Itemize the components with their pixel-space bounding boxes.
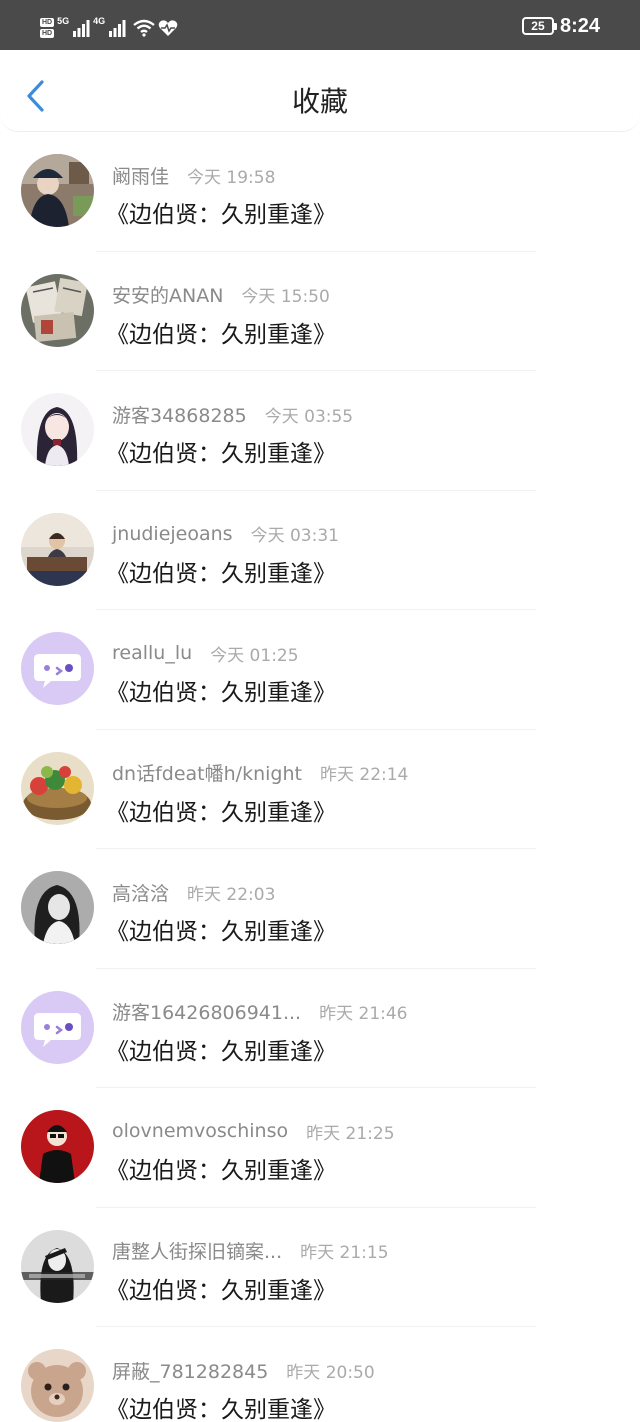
default-avatar-icon xyxy=(21,632,94,705)
favorite-title[interactable]: 《边伯贤：久别重逢》 xyxy=(106,195,336,229)
page-title: 收藏 xyxy=(291,85,348,118)
avatar[interactable] xyxy=(21,632,94,705)
user-name: 游客16426806941... xyxy=(112,1002,302,1024)
avatar[interactable] xyxy=(21,393,94,466)
timestamp: 今天 03:55 xyxy=(264,406,354,427)
avatar[interactable] xyxy=(21,751,94,825)
user-name: 游客34868285 xyxy=(112,404,247,427)
list-item[interactable]: 屏蔽_781282845 昨天 20:50 《边伯贤：久别重逢》 xyxy=(0,1327,640,1422)
user-name: dn话fdeat幡h/knight xyxy=(112,763,302,785)
list-item[interactable]: dn话fdeat幡h/knight 昨天 22:14 《边伯贤：久别重逢》 xyxy=(0,730,640,849)
user-name: 高浛浛 xyxy=(112,882,170,905)
network-4g-label: 4G xyxy=(93,16,106,26)
timestamp: 昨天 20:50 xyxy=(286,1362,375,1383)
timestamp: 昨天 21:15 xyxy=(300,1243,389,1263)
favorite-title[interactable]: 《边伯贤：久别重逢》 xyxy=(106,793,336,827)
user-name: 安安的ANAN xyxy=(112,285,224,307)
user-name: reallu_lu xyxy=(112,642,193,664)
battery-icon: 25 xyxy=(521,17,557,35)
timestamp: 今天 03:31 xyxy=(250,526,339,546)
list-item[interactable]: olovnemvoschinso 昨天 21:25 《边伯贤：久别重逢》 xyxy=(0,1088,640,1208)
timestamp: 今天 01:25 xyxy=(210,645,299,666)
favorite-title[interactable]: 《边伯贤：久别重逢》 xyxy=(106,1390,336,1422)
avatar[interactable] xyxy=(21,1229,94,1303)
favorites-list: 阚雨佳 今天 19:58 《边伯贤：久别重逢》 安安的ANAN 今天 15:50… xyxy=(0,132,640,1422)
timestamp: 今天 19:58 xyxy=(187,167,276,188)
avatar[interactable] xyxy=(21,512,94,586)
user-name: 唐整人街探旧镝案... xyxy=(112,1241,283,1263)
favorite-title[interactable]: 《边伯贤：久别重逢》 xyxy=(106,315,336,349)
favorite-title[interactable]: 《边伯贤：久别重逢》 xyxy=(106,554,336,588)
timestamp: 昨天 21:46 xyxy=(319,1004,408,1024)
list-item[interactable]: 高浛浛 昨天 22:03 《边伯贤：久别重逢》 xyxy=(0,849,640,969)
default-avatar-icon xyxy=(21,990,94,1064)
status-bar: HD HD 5G 4G 25 8:24 xyxy=(0,0,640,50)
avatar[interactable] xyxy=(21,1349,94,1422)
favorite-title[interactable]: 《边伯贤：久别重逢》 xyxy=(106,434,336,468)
heart-rate-icon xyxy=(158,20,178,36)
hd-icon: HD HD xyxy=(40,18,55,38)
user-name: jnudiejeoans xyxy=(112,522,233,545)
avatar[interactable] xyxy=(21,273,94,347)
avatar[interactable] xyxy=(21,1110,94,1183)
list-item[interactable]: 阚雨佳 今天 19:58 《边伯贤：久别重逢》 xyxy=(0,132,640,252)
avatar[interactable] xyxy=(21,871,94,944)
wifi-icon xyxy=(133,19,155,37)
user-name: 屏蔽_781282845 xyxy=(112,1360,269,1383)
avatar[interactable] xyxy=(21,990,94,1064)
list-item[interactable]: reallu_lu 今天 01:25 《边伯贤：久别重逢》 xyxy=(0,610,640,730)
favorite-title[interactable]: 《边伯贤：久别重逢》 xyxy=(106,912,336,946)
list-item[interactable]: 游客34868285 今天 03:55 《边伯贤：久别重逢》 xyxy=(0,371,640,491)
avatar[interactable] xyxy=(21,154,94,227)
user-name: 阚雨佳 xyxy=(112,165,170,188)
list-item[interactable]: jnudiejeoans 今天 03:31 《边伯贤：久别重逢》 xyxy=(0,491,640,610)
favorite-title[interactable]: 《边伯贤：久别重逢》 xyxy=(106,1151,336,1185)
signal-icon xyxy=(109,20,126,37)
timestamp: 昨天 21:25 xyxy=(306,1123,395,1144)
favorite-title[interactable]: 《边伯贤：久别重逢》 xyxy=(106,673,336,707)
list-item[interactable]: 唐整人街探旧镝案... 昨天 21:15 《边伯贤：久别重逢》 xyxy=(0,1208,640,1327)
list-item[interactable]: 安安的ANAN 今天 15:50 《边伯贤：久别重逢》 xyxy=(0,252,640,371)
timestamp: 昨天 22:03 xyxy=(187,884,276,905)
favorite-title[interactable]: 《边伯贤：久别重逢》 xyxy=(106,1271,336,1305)
page-header: 收藏 xyxy=(0,50,640,132)
timestamp: 昨天 22:14 xyxy=(319,765,409,785)
signal-icon xyxy=(73,20,90,37)
status-right-icons: 25 8:24 xyxy=(521,12,600,40)
network-5g-label: 5G xyxy=(57,16,70,26)
user-name: olovnemvoschinso xyxy=(112,1120,289,1142)
status-left-icons: HD HD 5G 4G xyxy=(40,14,178,42)
timestamp: 今天 15:50 xyxy=(241,287,330,307)
status-clock: 8:24 xyxy=(559,14,600,37)
list-item[interactable]: 游客16426806941... 昨天 21:46 《边伯贤：久别重逢》 xyxy=(0,969,640,1088)
favorite-title[interactable]: 《边伯贤：久别重逢》 xyxy=(106,1032,336,1066)
